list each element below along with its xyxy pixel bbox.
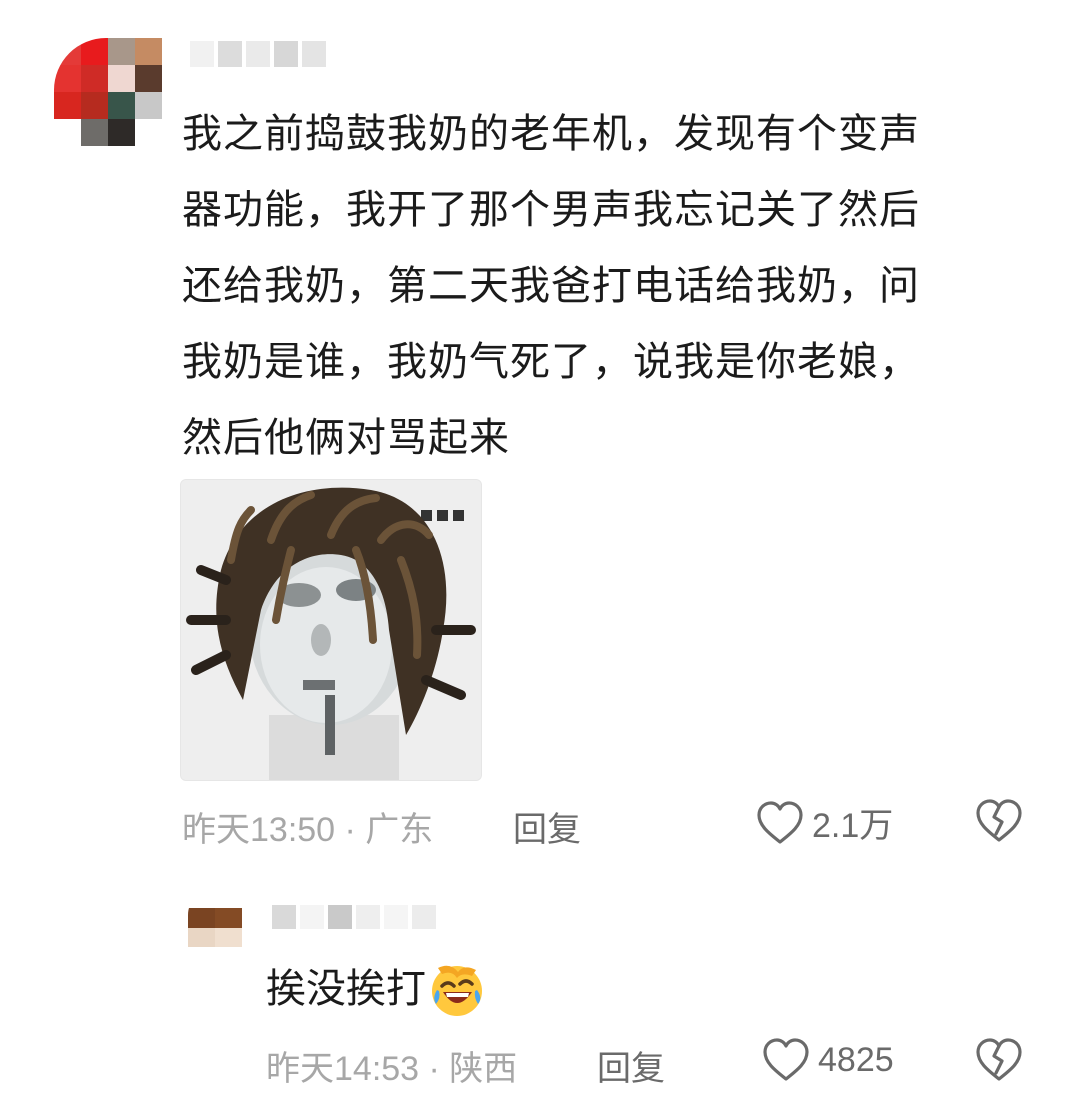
avatar[interactable] — [54, 38, 162, 146]
reply-like-button[interactable]: 4825 — [762, 1037, 894, 1083]
reply-text-row: 挨没挨打 — [266, 958, 486, 1020]
reply-dislike-button[interactable] — [975, 1037, 1023, 1083]
meme-sticker-image[interactable] — [180, 479, 482, 781]
reply-avatar[interactable] — [188, 889, 242, 947]
comment-thread: 我之前捣鼓我奶的老年机，发现有个变声 器功能，我开了那个男声我忘记关了然后 还给… — [0, 0, 1080, 1109]
heart-outline-icon — [756, 800, 804, 846]
comment-text: 我之前捣鼓我奶的老年机，发现有个变声 器功能，我开了那个男声我忘记关了然后 还给… — [182, 111, 920, 461]
comment-time-location: 昨天13:50 · 广东 — [182, 811, 434, 849]
heart-outline-icon — [762, 1037, 810, 1083]
reply-like-count: 4825 — [818, 1040, 894, 1079]
broken-heart-icon — [975, 1037, 1023, 1083]
reply-time-location: 昨天14:53 · 陕西 — [266, 1050, 518, 1088]
like-button[interactable]: 2.1万 — [756, 798, 893, 847]
reply-reply-button[interactable]: 回复 — [597, 1041, 665, 1090]
rolling-laughing-emoji — [428, 960, 486, 1018]
reply-button[interactable]: 回复 — [513, 802, 581, 851]
username[interactable] — [190, 41, 326, 67]
dislike-button[interactable] — [975, 798, 1023, 844]
reply-username[interactable] — [272, 905, 436, 929]
broken-heart-icon — [975, 798, 1023, 844]
like-count: 2.1万 — [812, 807, 894, 845]
reply-text: 挨没挨打 — [266, 966, 426, 1012]
